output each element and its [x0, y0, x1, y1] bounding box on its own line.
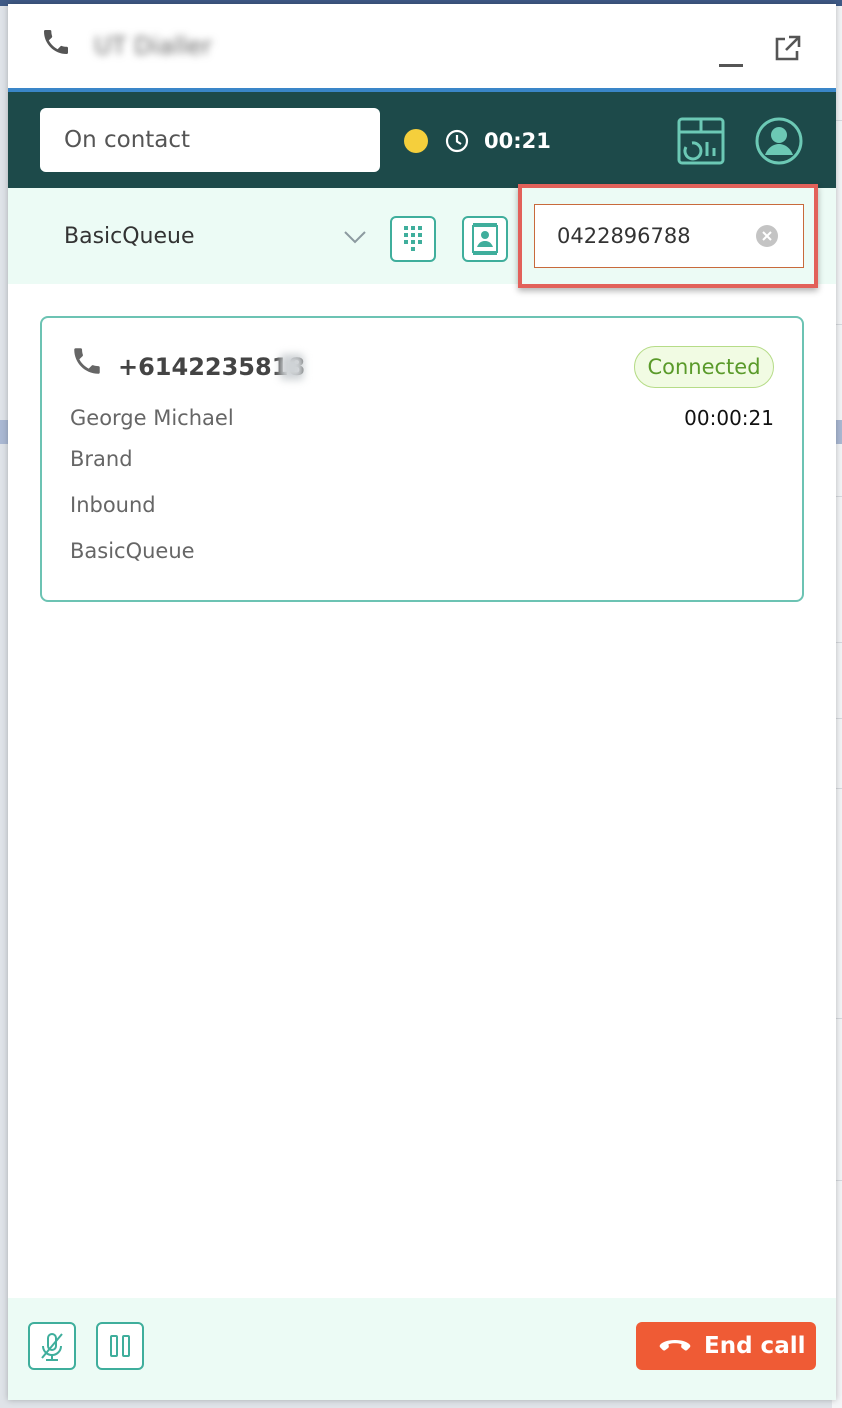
dialler-widget: UT Dialler On contact 00:21 BasicQueue 0… [8, 4, 836, 1400]
call-controls-footer: End call [8, 1298, 836, 1400]
dashboard-icon[interactable] [676, 116, 726, 166]
agent-timer: 00:21 [484, 129, 551, 153]
hold-button[interactable] [96, 1322, 144, 1370]
hangup-icon [659, 1340, 691, 1351]
contact-direction: Inbound [70, 493, 156, 517]
popout-icon[interactable] [772, 34, 802, 64]
dialpad-button[interactable] [390, 216, 436, 262]
phone-icon [74, 348, 100, 374]
contact-queue: BasicQueue [70, 539, 195, 563]
minimize-icon[interactable] [716, 40, 746, 70]
status-badge: Connected [634, 346, 774, 388]
agent-status-selector[interactable]: On contact [40, 108, 380, 172]
end-call-label: End call [704, 1333, 806, 1359]
contacts-icon [472, 223, 498, 255]
agent-status-bar: On contact 00:21 [8, 92, 836, 188]
chevron-down-icon[interactable] [342, 224, 368, 250]
hold-icon [110, 1335, 130, 1357]
contact-brand: Brand [70, 447, 133, 471]
title-bar: UT Dialler [8, 4, 836, 88]
redacted-digits [280, 354, 304, 380]
phone-number-input[interactable] [557, 205, 757, 267]
contact-duration: 00:00:21 [684, 406, 774, 430]
clear-icon[interactable] [755, 224, 779, 248]
end-call-button[interactable]: End call [636, 1322, 816, 1370]
queue-selector[interactable]: BasicQueue [64, 222, 195, 252]
contact-name: George Michael [70, 406, 234, 430]
clock-icon [445, 129, 469, 153]
contact-card[interactable]: +6142235818 Connected 00:00:21 George Mi… [40, 316, 804, 602]
phone-icon [44, 30, 68, 54]
background-highlight-row [0, 420, 8, 444]
app-title: UT Dialler [94, 32, 212, 60]
phone-number-field[interactable] [534, 204, 804, 268]
user-profile-icon[interactable] [754, 116, 804, 166]
contacts-button[interactable] [462, 216, 508, 262]
contact-number: +6142235818 [118, 353, 306, 381]
mute-icon [41, 1333, 63, 1361]
mute-button[interactable] [28, 1322, 76, 1370]
dialpad-icon [404, 226, 422, 251]
status-indicator [404, 129, 428, 153]
